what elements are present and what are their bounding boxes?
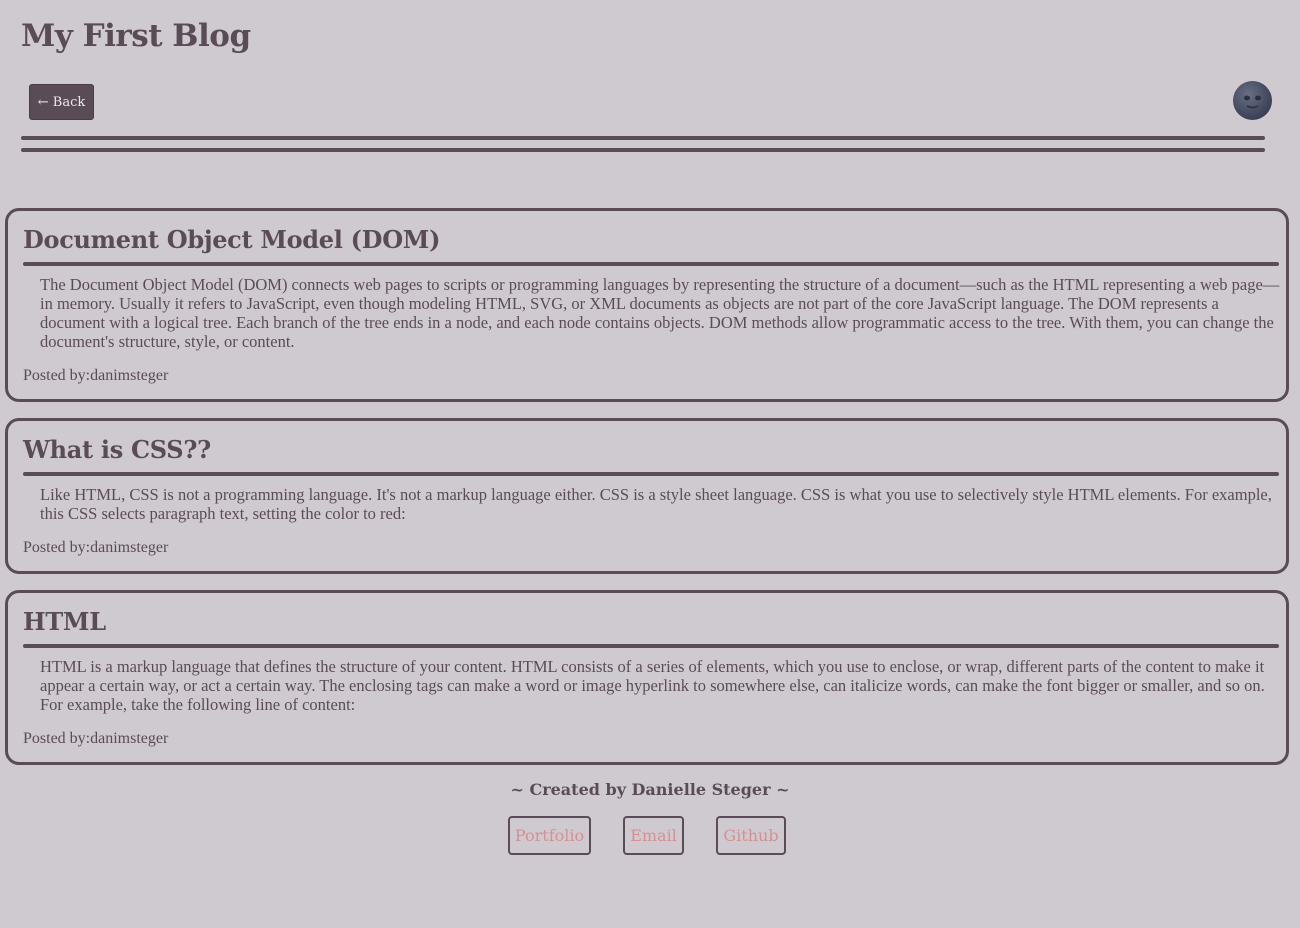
email-link[interactable]: Email bbox=[623, 816, 684, 855]
post-title: What is CSS?? bbox=[23, 435, 211, 464]
header-divider-top bbox=[21, 136, 1265, 140]
post-body: The Document Object Model (DOM) connects… bbox=[40, 275, 1280, 351]
post-body: Like HTML, CSS is not a programming lang… bbox=[40, 485, 1272, 523]
theme-toggle-button[interactable] bbox=[1233, 81, 1272, 120]
blog-post-card: Document Object Model (DOM) The Document… bbox=[5, 208, 1289, 402]
post-author: Posted by:danimsteger bbox=[23, 367, 169, 384]
portfolio-link[interactable]: Portfolio bbox=[508, 816, 591, 855]
github-link[interactable]: Github bbox=[716, 816, 786, 855]
header-divider-bottom bbox=[21, 148, 1265, 152]
post-title: HTML bbox=[23, 607, 106, 636]
post-title: Document Object Model (DOM) bbox=[23, 225, 441, 254]
blog-post-card: What is CSS?? Like HTML, CSS is not a pr… bbox=[5, 418, 1289, 574]
post-divider bbox=[23, 472, 1279, 476]
post-divider bbox=[23, 262, 1279, 266]
blog-post-card: HTML HTML is a markup language that defi… bbox=[5, 590, 1289, 765]
footer-credit: ~ Created by Danielle Steger ~ bbox=[510, 780, 790, 799]
back-button[interactable]: ← Back bbox=[29, 84, 94, 120]
post-divider bbox=[23, 644, 1279, 648]
post-body: HTML is a markup language that defines t… bbox=[40, 657, 1265, 714]
post-author: Posted by:danimsteger bbox=[23, 539, 169, 556]
new-moon-face-icon bbox=[1244, 95, 1261, 109]
post-author: Posted by:danimsteger bbox=[23, 730, 169, 747]
site-title: My First Blog bbox=[21, 18, 251, 54]
